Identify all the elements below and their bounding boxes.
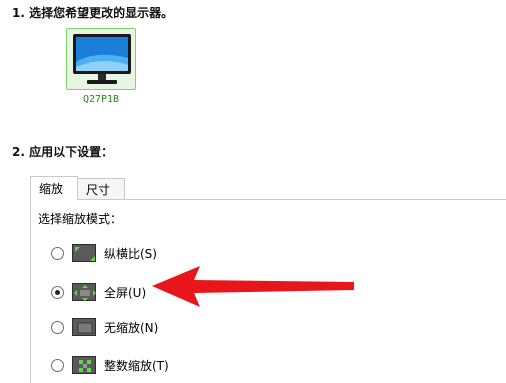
tab-zoom-label: 缩放 bbox=[39, 182, 64, 196]
no-scaling-label: 无缩放(N) bbox=[104, 320, 159, 335]
integer-scaling-radio[interactable] bbox=[51, 358, 64, 372]
display-name: Q27P1B bbox=[82, 94, 120, 105]
no-scaling-icon bbox=[72, 318, 96, 336]
option-full-screen[interactable]: 全屏(U) bbox=[51, 282, 146, 302]
no-scaling-radio[interactable] bbox=[51, 320, 64, 334]
tab-zoom[interactable]: 缩放 bbox=[30, 176, 78, 200]
step1-heading: 1. 选择您希望更改的显示器。 bbox=[12, 6, 174, 20]
tab-size[interactable]: 尺寸 bbox=[77, 178, 125, 199]
integer-scaling-label: 整数缩放(T) bbox=[104, 358, 169, 373]
monitor-icon bbox=[73, 34, 131, 84]
full-screen-radio[interactable] bbox=[51, 285, 64, 299]
step2-heading: 2. 应用以下设置： bbox=[12, 145, 114, 159]
full-screen-icon bbox=[72, 283, 96, 301]
aspect-ratio-label: 纵横比(S) bbox=[104, 246, 157, 261]
option-no-scaling[interactable]: 无缩放(N) bbox=[51, 317, 158, 337]
option-aspect-ratio[interactable]: 纵横比(S) bbox=[51, 243, 157, 263]
annotation-arrow-icon bbox=[152, 266, 354, 307]
aspect-ratio-icon bbox=[72, 244, 96, 262]
full-screen-label: 全屏(U) bbox=[104, 285, 147, 300]
scaling-mode-caption: 选择缩放模式： bbox=[38, 212, 123, 226]
aspect-ratio-radio[interactable] bbox=[51, 246, 64, 260]
option-integer-scaling[interactable]: 整数缩放(T) bbox=[51, 355, 169, 375]
display-tile[interactable] bbox=[66, 28, 136, 90]
tab-size-label: 尺寸 bbox=[86, 182, 111, 197]
integer-scaling-icon bbox=[72, 356, 96, 374]
